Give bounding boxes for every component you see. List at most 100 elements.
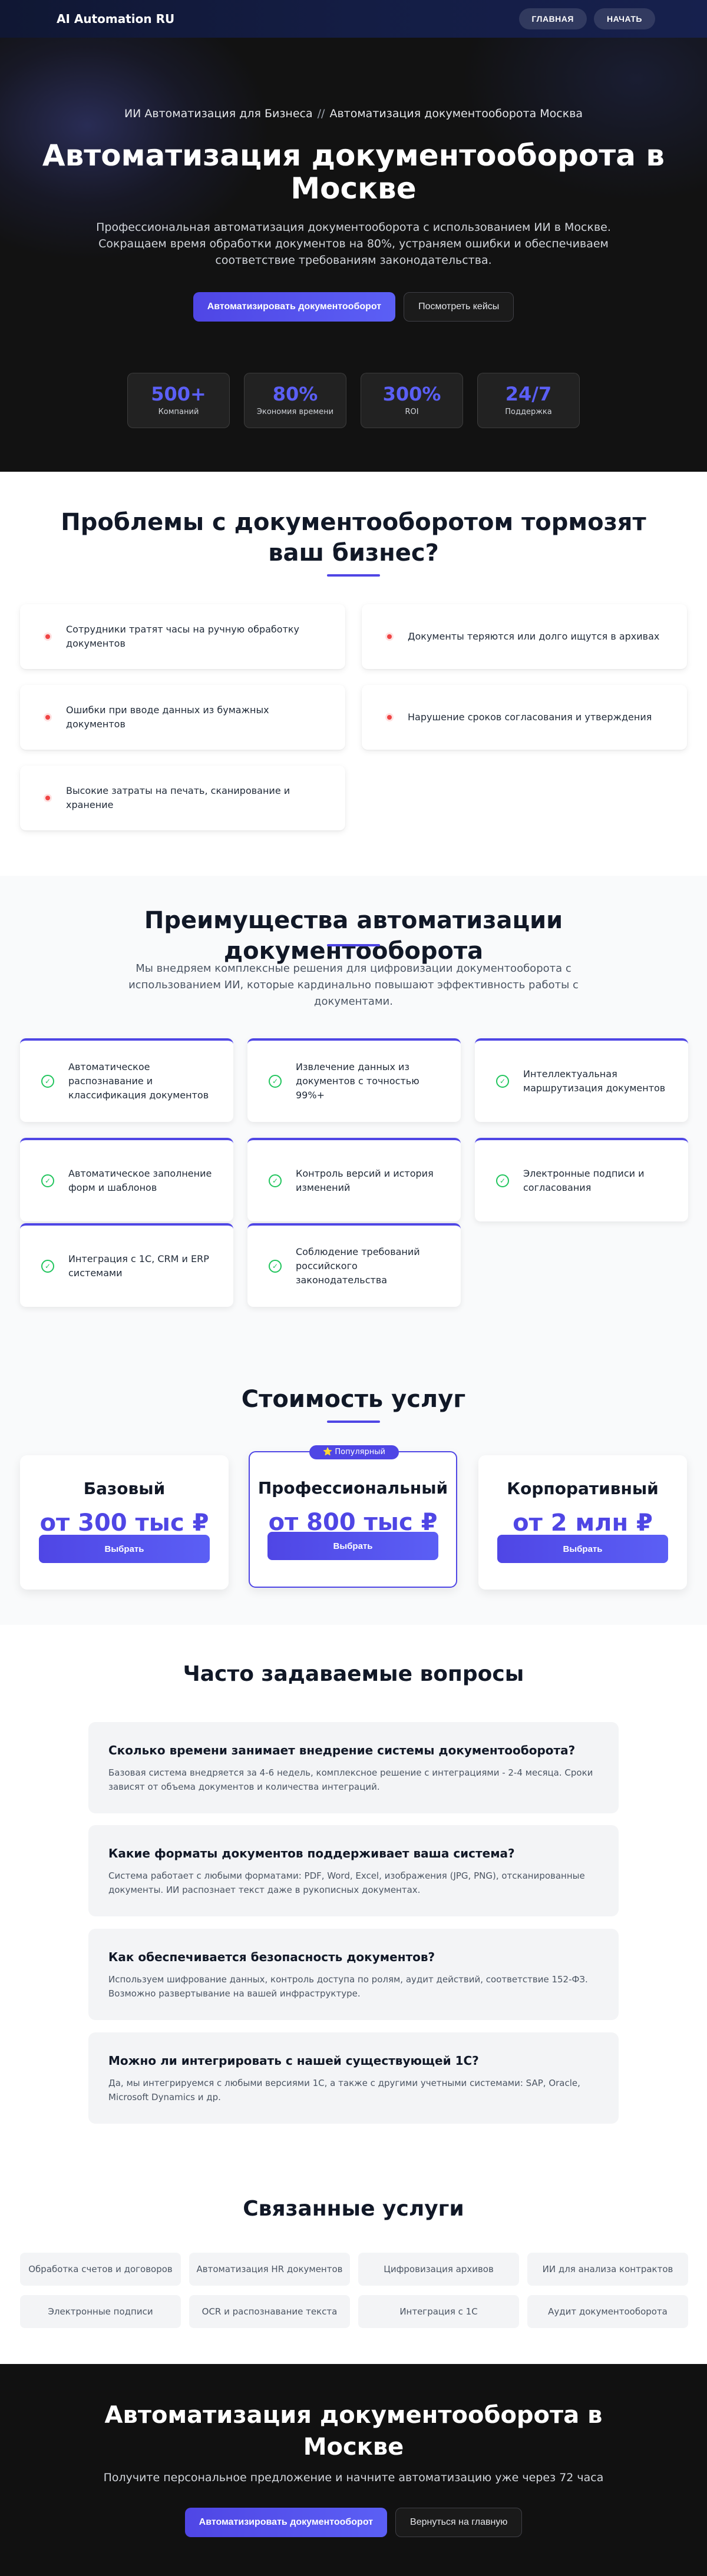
related-services-section: Связанные услуги Обработка счетов и дого… (0, 2138, 707, 2364)
section-underline (327, 574, 380, 577)
select-plan-button[interactable]: Выбрать (267, 1532, 438, 1560)
related-service-tag[interactable]: ИИ для анализа контрактов (527, 2253, 688, 2286)
pricing-section: Стоимость услуг Базовый от 300 тыс ₽ Выб… (0, 1329, 707, 1625)
stats-row: 500+ Компаний 80% Экономия времени 300% ROI… (0, 373, 707, 428)
back-home-button[interactable]: Вернуться на главную (395, 2508, 523, 2537)
breadcrumb-separator: // (317, 107, 325, 120)
nav-home-button[interactable]: ГЛАВНАЯ (518, 8, 587, 29)
view-cases-button[interactable]: Посмотреть кейсы (404, 292, 514, 322)
related-service-tag[interactable]: Цифровизация архивов (358, 2253, 519, 2286)
hero-cta-group: Автоматизировать документооборот Посмотр… (0, 292, 707, 322)
problem-text: Высокие затраты на печать, сканирование … (66, 785, 290, 810)
benefits-title: Преимущества автоматизации документообор… (144, 907, 563, 965)
stat-card: 80% Экономия времени (244, 373, 346, 428)
check-circle-icon: ✓ (496, 1174, 509, 1187)
benefit-card: ✓ Интеграция с 1С, CRM и ERP системами (20, 1223, 233, 1307)
breadcrumb: ИИ Автоматизация для Бизнеса // Автоматиза… (0, 107, 707, 120)
check-circle-icon: ✓ (41, 1174, 54, 1187)
check-circle-icon: ✓ (496, 1075, 509, 1088)
nav-links: ГЛАВНАЯ НАЧАТЬ (518, 8, 655, 29)
plan-price: от 2 млн ₽ (513, 1509, 653, 1537)
pricing-card-basic: Базовый от 300 тыс ₽ Выбрать (20, 1455, 229, 1590)
check-circle-icon: ✓ (269, 1075, 282, 1088)
cta-button-group: Автоматизировать документооборот Вернуть… (0, 2508, 707, 2537)
faq-title: Часто задаваемые вопросы (183, 1662, 524, 1686)
check-circle-icon: ✓ (41, 1075, 54, 1088)
benefit-text: Электронные подписи и согласования (523, 1168, 645, 1193)
pricing-card-pro: ⭐ Популярный Профессиональный от 800 тыс… (249, 1445, 457, 1588)
stat-card: 500+ Компаний (127, 373, 230, 428)
problem-text: Сотрудники тратят часы на ручную обработ… (66, 624, 300, 649)
stat-label: Поддержка (505, 408, 552, 416)
plan-name: Корпоративный (507, 1479, 659, 1498)
faq-item[interactable]: Можно ли интегрировать с нашей существую… (88, 2032, 619, 2124)
select-plan-button[interactable]: Выбрать (39, 1535, 210, 1563)
benefits-section: Преимущества автоматизации документообор… (0, 876, 707, 1329)
select-plan-button[interactable]: Выбрать (497, 1535, 668, 1563)
check-circle-icon: ✓ (41, 1260, 54, 1273)
problem-card: Документы теряются или долго ищутся в ар… (362, 604, 687, 669)
benefits-lead: Мы внедряем комплексные решения для цифр… (128, 962, 579, 1008)
benefit-card: ✓ Контроль версий и история изменений (247, 1138, 461, 1221)
hero-subtitle: Профессиональная автоматизация документо… (96, 221, 611, 267)
problem-text: Ошибки при вводе данных из бумажных доку… (66, 704, 269, 730)
stat-value: 80% (272, 383, 318, 405)
faq-answer: Используем шифрование данных, контроль д… (108, 1974, 588, 1999)
benefit-card: ✓ Электронные подписи и согласования (475, 1138, 688, 1221)
page-title: Автоматизация документооборота в Москве (42, 138, 665, 206)
pricing-title: Стоимость услуг (241, 1386, 466, 1413)
benefit-text: Извлечение данных из документов с точнос… (296, 1061, 419, 1101)
faq-item[interactable]: Как обеспечивается безопасность документ… (88, 1929, 619, 2020)
problem-card: Ошибки при вводе данных из бумажных доку… (20, 685, 345, 750)
cta-automate-button[interactable]: Автоматизировать документооборот (184, 2508, 388, 2537)
brand-logo[interactable]: AI Automation RU (57, 12, 174, 26)
faq-answer: Базовая система внедряется за 4-6 недель… (108, 1767, 593, 1792)
faq-answer: Система работает с любыми форматами: PDF… (108, 1870, 585, 1895)
alert-dot-icon (44, 713, 52, 721)
benefit-text: Интеграция с 1С, CRM и ERP системами (68, 1253, 209, 1279)
related-service-tag[interactable]: Обработка счетов и договоров (20, 2253, 181, 2286)
alert-dot-icon (44, 794, 52, 802)
related-service-tag[interactable]: Интеграция с 1С (358, 2295, 519, 2328)
popular-badge: ⭐ Популярный (309, 1445, 399, 1459)
benefit-card: ✓ Извлечение данных из документов с точно… (247, 1038, 461, 1122)
stat-label: ROI (405, 408, 419, 416)
benefit-text: Автоматическое заполнение форм и шаблоно… (68, 1168, 212, 1193)
problems-section: Проблемы с документооборотом тормозят ва… (0, 472, 707, 876)
stat-card: 300% ROI (361, 373, 463, 428)
related-service-tag[interactable]: Автоматизация HR документов (189, 2253, 350, 2286)
breadcrumb-current: Автоматизация документооборота Москва (329, 107, 583, 120)
benefit-card: ✓ Соблюдение требований российского закон… (247, 1223, 461, 1307)
faq-item[interactable]: Сколько времени занимает внедрение систе… (88, 1722, 619, 1813)
related-service-tag[interactable]: Электронные подписи (20, 2295, 181, 2328)
stat-value: 500+ (151, 383, 206, 405)
benefit-card: ✓ Интеллектуальная маршрутизация документ… (475, 1038, 688, 1122)
automate-docs-button[interactable]: Автоматизировать документооборот (193, 292, 396, 322)
stat-value: 300% (382, 383, 441, 405)
benefit-card: ✓ Автоматическое заполнение форм и шаблон… (20, 1138, 233, 1221)
check-circle-icon: ✓ (269, 1174, 282, 1187)
problem-text: Нарушение сроков согласования и утвержде… (408, 711, 652, 723)
benefit-text: Контроль версий и история изменений (296, 1168, 434, 1193)
benefit-text: Интеллектуальная маршрутизация документо… (523, 1068, 666, 1094)
problems-title: Проблемы с документооборотом тормозят ва… (61, 509, 646, 567)
plan-name: Профессиональный (257, 1478, 448, 1498)
alert-dot-icon (44, 633, 52, 641)
breadcrumb-link-home[interactable]: ИИ Автоматизация для Бизнеса (124, 107, 313, 120)
stat-value: 24/7 (505, 383, 552, 405)
related-service-tag[interactable]: OCR и распознавание текста (189, 2295, 350, 2328)
faq-item[interactable]: Какие форматы документов поддерживает ва… (88, 1825, 619, 1916)
nav-start-button[interactable]: НАЧАТЬ (593, 8, 655, 29)
bottom-cta-section: Автоматизация документооборота в Москве … (0, 2364, 707, 2576)
faq-question: Сколько времени занимает внедрение систе… (108, 1743, 576, 1757)
faq-question: Можно ли интегрировать с нашей существую… (108, 2054, 479, 2068)
related-title: Связанные услуги (243, 2197, 464, 2221)
section-underline (327, 1421, 380, 1423)
problem-card: Нарушение сроков согласования и утвержде… (362, 685, 687, 750)
plan-name: Базовый (83, 1479, 166, 1498)
pricing-card-corporate: Корпоративный от 2 млн ₽ Выбрать (478, 1455, 687, 1590)
related-service-tag[interactable]: Аудит документооборота (527, 2295, 688, 2328)
stat-card: 24/7 Поддержка (477, 373, 580, 428)
faq-question: Как обеспечивается безопасность документ… (108, 1950, 435, 1964)
benefit-text: Соблюдение требований российского законо… (296, 1246, 420, 1286)
